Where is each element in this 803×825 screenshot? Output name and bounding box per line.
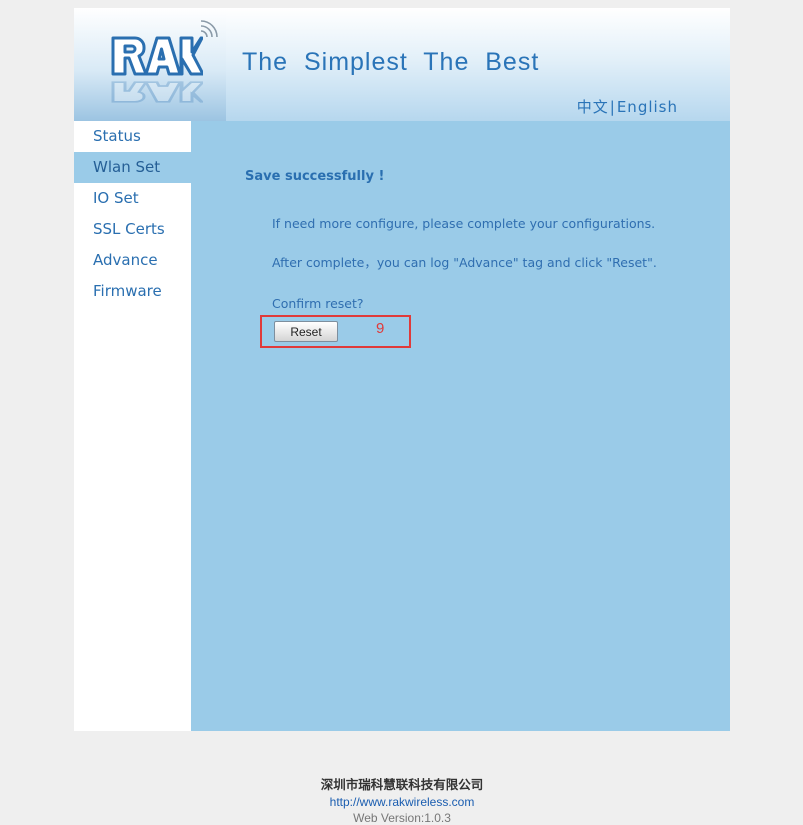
logo-area bbox=[74, 8, 226, 121]
sidebar-item-advance[interactable]: Advance bbox=[74, 245, 191, 276]
slogan: The Simplest The Best bbox=[242, 48, 540, 76]
confirm-reset-label: Confirm reset? bbox=[272, 296, 364, 311]
footer: 深圳市瑞科慧联科技有限公司 http://www.rakwireless.com… bbox=[74, 731, 730, 825]
company-name: 深圳市瑞科慧联科技有限公司 bbox=[320, 777, 484, 792]
rak-logo bbox=[111, 36, 203, 76]
info-text-line-2: After complete，you can log "Advance" tag… bbox=[272, 255, 657, 270]
lang-separator: | bbox=[609, 98, 616, 116]
header: The Simplest The Best 中文|English bbox=[74, 8, 730, 121]
page-container: The Simplest The Best 中文|English Status … bbox=[74, 8, 730, 825]
main-content: Save successfully ! If need more configu… bbox=[191, 121, 730, 731]
company-website-link[interactable]: http://www.rakwireless.com bbox=[74, 795, 730, 809]
sidebar-item-wlan-set[interactable]: Wlan Set bbox=[74, 152, 191, 183]
wifi-icon bbox=[200, 20, 218, 38]
sidebar-nav: Status Wlan Set IO Set SSL Certs Advance… bbox=[74, 121, 191, 731]
info-text-line-1: If need more configure, please complete … bbox=[272, 216, 656, 231]
reset-button[interactable]: Reset bbox=[274, 321, 338, 342]
annotation-number: 9 bbox=[376, 320, 385, 337]
sidebar-item-status[interactable]: Status bbox=[74, 121, 191, 152]
lang-english-link[interactable]: English bbox=[617, 98, 678, 116]
lang-chinese-link[interactable]: 中文 bbox=[577, 98, 609, 116]
language-switcher: 中文|English bbox=[577, 96, 678, 117]
logo-reflection bbox=[111, 81, 203, 103]
sidebar-item-firmware[interactable]: Firmware bbox=[74, 276, 191, 307]
sidebar-item-io-set[interactable]: IO Set bbox=[74, 183, 191, 214]
sidebar-item-ssl-certs[interactable]: SSL Certs bbox=[74, 214, 191, 245]
save-success-title: Save successfully ! bbox=[245, 169, 385, 184]
